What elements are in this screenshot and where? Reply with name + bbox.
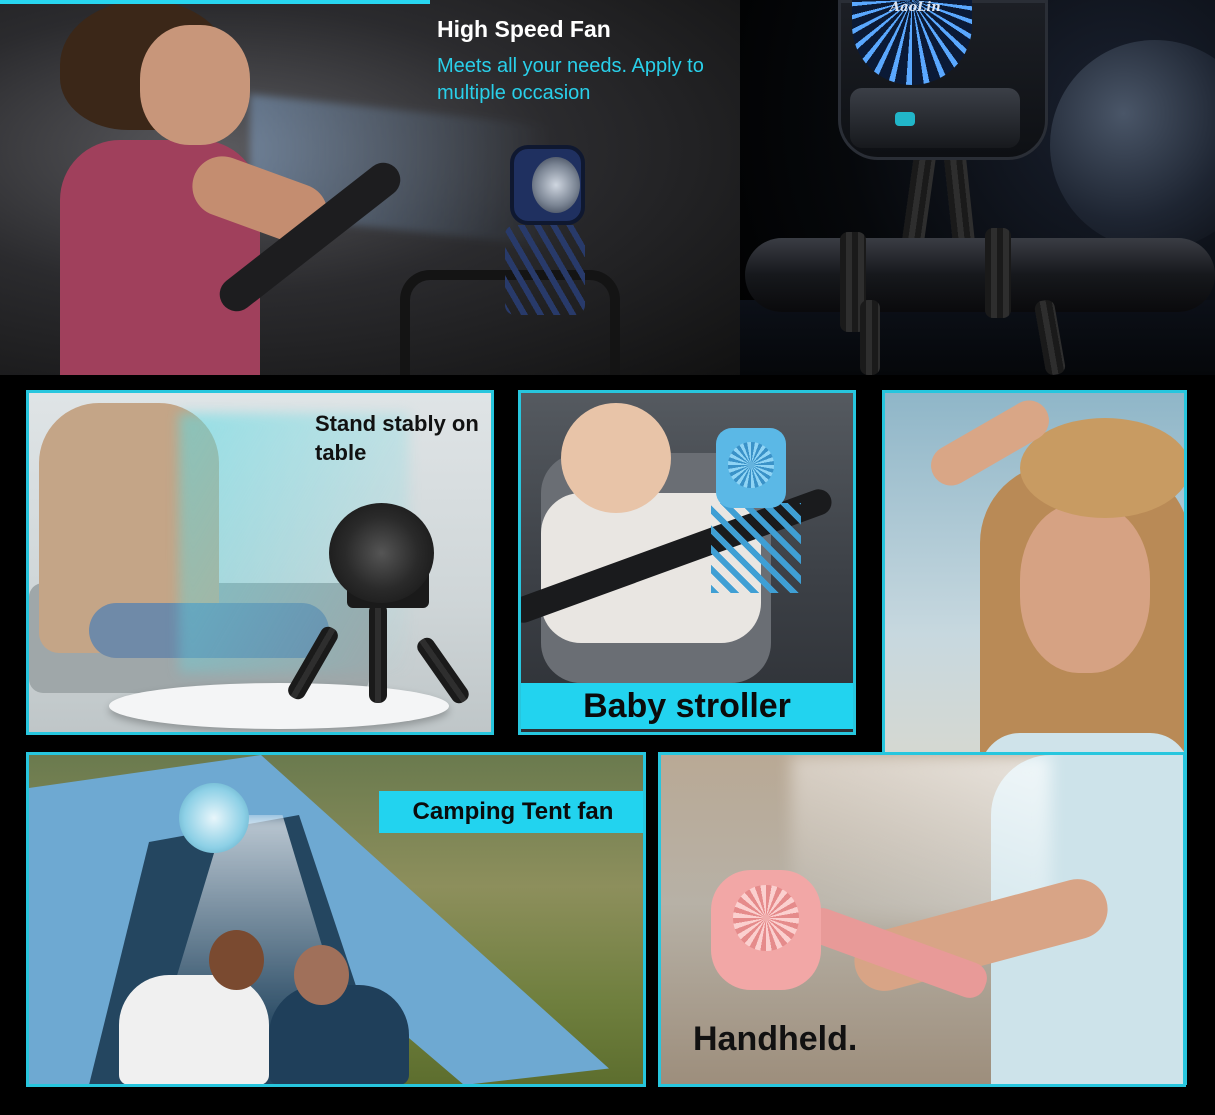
- fan-tripod-legs: [505, 225, 585, 315]
- woman: [269, 985, 409, 1084]
- tripod-leg: [369, 603, 387, 703]
- blue-fan-icon: [510, 145, 585, 225]
- hero-title: High Speed Fan: [437, 16, 611, 42]
- man: [119, 975, 269, 1084]
- man-head: [209, 930, 264, 990]
- woman-head: [294, 945, 349, 1005]
- woman-exercising: [20, 0, 337, 375]
- tripod-leg: [860, 300, 880, 375]
- woman-face: [1020, 503, 1150, 673]
- hero-subtitle: Meets all your needs. Apply to multiple …: [437, 55, 704, 104]
- accent-bar: [0, 0, 430, 4]
- fan-tripod-legs: [711, 503, 801, 593]
- hero-banner: AaoLin High Speed Fan Meets all your nee…: [0, 0, 1215, 375]
- caption-table: Stand stably on table: [315, 411, 479, 465]
- power-button-icon: [895, 112, 915, 126]
- caption-tent: Camping Tent fan: [379, 791, 643, 833]
- baby-head: [561, 403, 671, 513]
- panel-tent: Camping Tent fan: [26, 752, 646, 1087]
- fan-body: [850, 88, 1020, 148]
- black-fan-icon: [329, 503, 434, 603]
- hanging-fan-icon: [179, 783, 249, 853]
- caption-stroller: Baby stroller: [521, 683, 853, 729]
- metal-pipe: [745, 238, 1215, 312]
- panel-table: Stand stably on table: [26, 390, 494, 735]
- caption-handheld: Handheld.: [693, 1020, 858, 1058]
- tripod-leg: [985, 228, 1011, 318]
- panel-stroller: Baby stroller: [518, 390, 856, 735]
- straw-hat: [1020, 418, 1184, 518]
- pink-fan-icon: [711, 870, 821, 990]
- panel-handheld: Handheld.: [658, 752, 1186, 1087]
- table: [109, 683, 449, 729]
- blue-fan-icon: [716, 428, 786, 508]
- brand-logo: AaoLin: [890, 0, 941, 15]
